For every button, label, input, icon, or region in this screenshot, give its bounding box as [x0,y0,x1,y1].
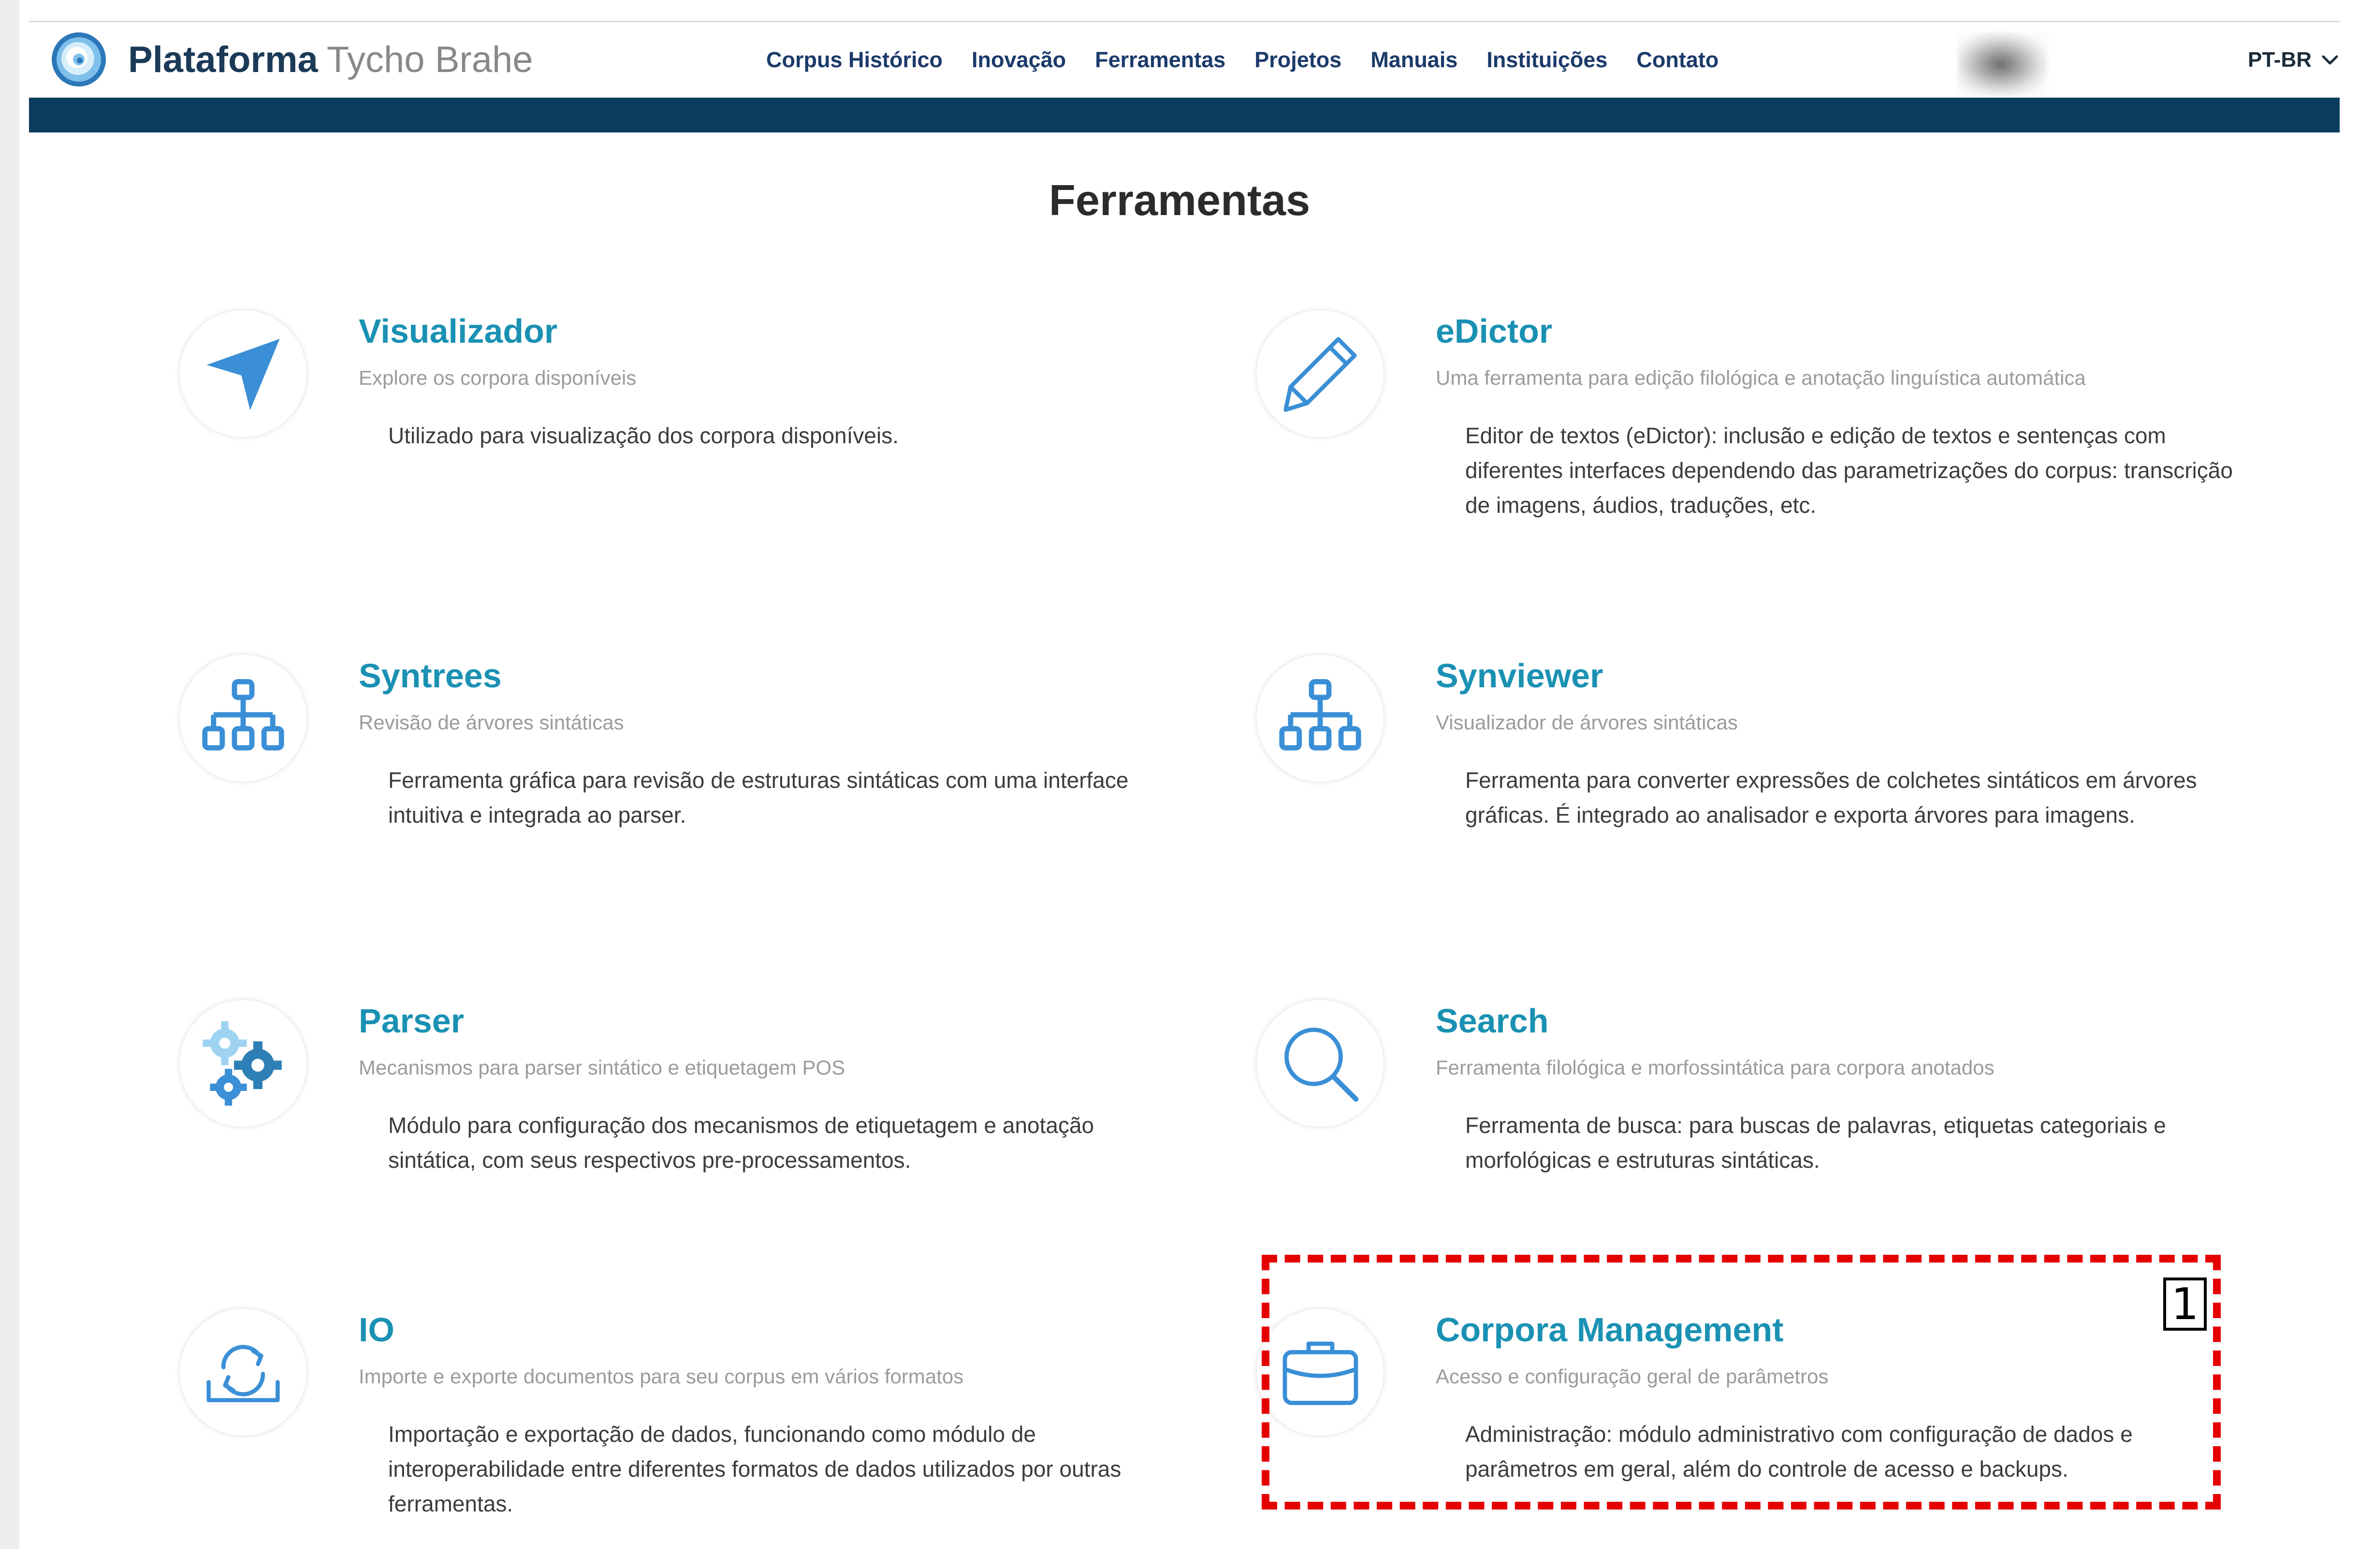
nav-inovacao[interactable]: Inovação [972,44,1066,75]
language-label: PT-BR [2248,48,2312,72]
main-nav: Corpus Histórico Inovação Ferramentas Pr… [766,44,1747,75]
site-header: Plataforma Tycho Brahe Corpus Histórico I… [29,22,2340,98]
nav-manuais[interactable]: Manuais [1370,44,1457,75]
right-window-edge [2344,0,2359,1568]
nav-projetos[interactable]: Projetos [1254,44,1341,75]
import-export-icon [206,1345,280,1403]
page: Plataforma Tycho Brahe Corpus Histórico I… [0,0,2359,1568]
tool-description: Módulo para configuração dos mecanismos … [388,1113,1094,1173]
tool-subtitle: Explore os corpora disponíveis [359,366,637,389]
highlight-box [1262,1255,2221,1510]
tool-icon-circle[interactable] [179,1308,307,1437]
tool-subtitle: Uma ferramenta para edição filológica e … [1436,366,2086,389]
tool-icon-circle[interactable] [179,309,307,438]
tool-icon-circle[interactable] [1256,654,1384,783]
tree-structure-icon [1279,679,1361,751]
tool-title[interactable]: Parser [359,999,464,1043]
language-selector[interactable]: PT-BR [2248,44,2340,75]
tool-title[interactable]: Syntrees [359,654,502,697]
tool-subtitle: Visualizador de árvores sintáticas [1436,711,1738,734]
header-dark-band [29,98,2340,132]
logo-icon[interactable] [50,30,108,88]
tool-description: Ferramenta de busca: para buscas de pala… [1465,1113,2166,1173]
nav-corpus-historico[interactable]: Corpus Histórico [766,44,943,75]
tree-structure-icon [202,679,284,751]
nav-ferramentas[interactable]: Ferramentas [1095,44,1225,75]
tool-icon-circle[interactable] [1256,309,1384,438]
tool-title[interactable]: eDictor [1436,309,1552,353]
tool-subtitle: Importe e exporte documentos para seu co… [359,1365,964,1388]
gears-icon [203,1021,282,1106]
brand-bold: Plataforma [128,39,318,80]
magnifier-icon [1284,1027,1358,1102]
brand-name[interactable]: Plataforma Tycho Brahe [128,36,533,84]
tool-subtitle: Mecanismos para parser sintático e etiqu… [359,1056,845,1079]
tool-title[interactable]: Search [1436,999,1548,1043]
paper-plane-icon [206,339,280,410]
pencil-icon [1283,337,1357,412]
highlight-label: 1 [2163,1278,2207,1331]
avatar[interactable] [1958,33,2047,96]
tool-description: Ferramenta gráfica para revisão de estru… [388,768,1129,828]
chevron-down-icon [2322,55,2338,65]
nav-instituicoes[interactable]: Instituições [1486,44,1607,75]
tool-icon-circle[interactable] [179,654,307,783]
tool-icon-circle[interactable] [179,999,307,1128]
tool-title[interactable]: Visualizador [359,309,557,353]
tool-title[interactable]: Synviewer [1436,654,1603,697]
tool-subtitle: Revisão de árvores sintáticas [359,711,624,734]
tool-description: Importação e exportação de dados, funcio… [388,1422,1121,1516]
tool-description: Ferramenta para converter expressões de … [1465,768,2197,828]
nav-contato[interactable]: Contato [1636,44,1718,75]
tool-icon-circle[interactable] [1256,999,1384,1128]
tool-description: Utilizado para visualização dos corpora … [388,423,899,448]
tool-description: Editor de textos (eDictor): inclusão e e… [1465,423,2233,518]
tool-subtitle: Ferramenta filológica e morfossintática … [1436,1056,1995,1079]
brand-light: Tycho Brahe [326,39,533,80]
left-window-edge [0,0,19,1549]
tool-title[interactable]: IO [359,1308,394,1351]
page-title: Ferramentas [1048,176,1311,225]
